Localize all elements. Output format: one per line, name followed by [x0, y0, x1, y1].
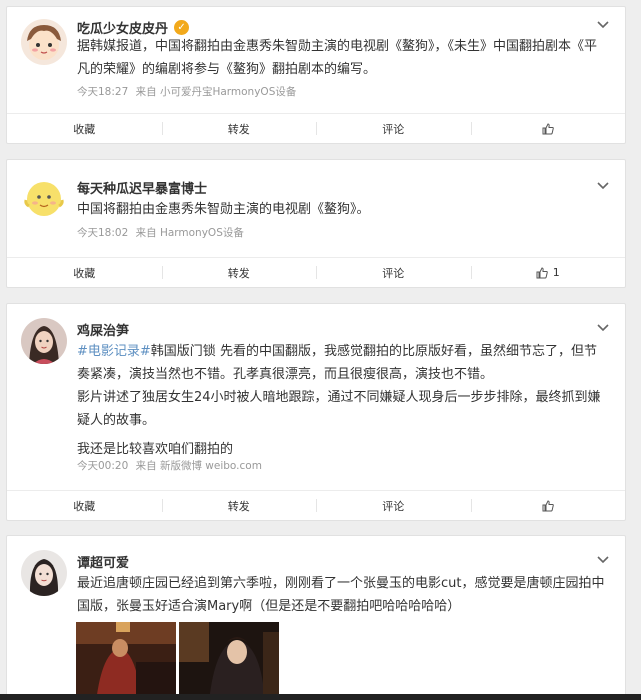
comment-label: 评论 [382, 499, 405, 513]
username[interactable]: 每天种瓜迟早暴富博士 [77, 178, 207, 197]
post-meta: 今天00:20 来自 新版微博 weibo.com [77, 458, 266, 473]
username[interactable]: 鸡屎治笋 [77, 320, 129, 339]
action-bar: 收藏 转发 评论 1 [7, 257, 625, 287]
post-card: 鸡屎治笋 #电影记录#韩国版门锁 先看的中国翻版，我感觉翻拍的比原版好看，虽然细… [6, 303, 626, 521]
post-source[interactable]: 来自 新版微博 weibo.com [136, 460, 262, 472]
post-card: 每天种瓜迟早暴富博士 中国将翻拍由金惠秀朱智勋主演的电视剧《鳌狗》。 今天18:… [6, 159, 626, 288]
chevron-down-icon[interactable] [595, 180, 611, 192]
post-paragraph: 影片讲述了独居女生24小时被人暗地跟踪，通过不同嫌疑人现身后一步步排除，最终抓到… [77, 390, 601, 428]
post-meta: 今天18:27 来自 小可爱丹宝HarmonyOS设备 [77, 84, 300, 99]
comment-button[interactable]: 评论 [316, 491, 471, 520]
mention-text: 韩国版门锁 [150, 344, 216, 359]
repost-label: 转发 [227, 122, 250, 136]
post-meta: 今天18:02 来自 HarmonyOS设备 [77, 225, 248, 240]
repost-label: 转发 [227, 499, 250, 513]
collect-label: 收藏 [73, 122, 96, 136]
post-source[interactable]: 来自 小可爱丹宝HarmonyOS设备 [136, 86, 297, 98]
like-button[interactable] [470, 491, 626, 520]
action-bar: 收藏 转发 评论 [7, 113, 625, 143]
post-text: 据韩媒报道，中国将翻拍由金惠秀朱智勋主演的电视剧《鳌狗》，《未生》中国翻拍剧本《… [77, 35, 609, 81]
chevron-down-icon[interactable] [595, 322, 611, 334]
post-text: 最近追唐顿庄园已经追到第六季啦，刚刚看了一个张曼玉的电影cut，感觉要是唐顿庄园… [77, 572, 609, 618]
post-card: 吃瓜少女皮皮丹 ✓ 据韩媒报道，中国将翻拍由金惠秀朱智勋主演的电视剧《鳌狗》，《… [6, 6, 626, 144]
username-text[interactable]: 每天种瓜迟早暴富博士 [77, 178, 207, 197]
post-paragraph: 据韩媒报道，中国将翻拍由金惠秀朱智勋主演的电视剧《鳌狗》，《未生》中国翻拍剧本《… [77, 39, 598, 77]
like-count: 1 [552, 266, 560, 279]
post-time[interactable]: 今天18:27 [77, 86, 128, 98]
username-text[interactable]: 鸡屎治笋 [77, 320, 129, 339]
collect-button[interactable]: 收藏 [7, 258, 162, 287]
post-paragraph: 最近追唐顿庄园已经追到第六季啦，刚刚看了一个张曼玉的电影cut，感觉要是唐顿庄园… [77, 576, 605, 614]
comment-button[interactable]: 评论 [316, 258, 471, 287]
thumbs-up-icon [542, 499, 554, 512]
like-button[interactable]: 1 [470, 258, 626, 287]
post-image[interactable] [76, 622, 176, 700]
like-button[interactable] [470, 114, 626, 143]
chevron-down-icon[interactable] [595, 554, 611, 566]
post-source[interactable]: 来自 HarmonyOS设备 [136, 227, 244, 239]
bottom-bar [0, 694, 641, 700]
thumbs-up-icon [536, 266, 548, 279]
post-text: 中国将翻拍由金惠秀朱智勋主演的电视剧《鳌狗》。 [77, 198, 609, 221]
comment-label: 评论 [382, 122, 405, 136]
username[interactable]: 谭超可爱 [77, 552, 129, 571]
action-bar: 收藏 转发 评论 [7, 490, 625, 520]
collect-button[interactable]: 收藏 [7, 114, 162, 143]
chevron-down-icon[interactable] [595, 19, 611, 31]
repost-button[interactable]: 转发 [161, 258, 317, 287]
collect-button[interactable]: 收藏 [7, 491, 162, 520]
post-paragraph: 中国将翻拍由金惠秀朱智勋主演的电视剧《鳌狗》。 [77, 202, 370, 217]
post-time[interactable]: 今天18:02 [77, 227, 128, 239]
post-card: 谭超可爱 最近追唐顿庄园已经追到第六季啦，刚刚看了一个张曼玉的电影cut，感觉要… [6, 535, 626, 700]
post-image[interactable] [179, 622, 279, 700]
thumbs-up-icon [542, 122, 554, 135]
repost-button[interactable]: 转发 [161, 491, 317, 520]
hashtag-link[interactable]: #电影记录# [77, 344, 151, 359]
avatar[interactable] [21, 318, 67, 364]
avatar[interactable] [21, 19, 67, 65]
post-text: #电影记录#韩国版门锁 先看的中国翻版，我感觉翻拍的比原版好看，虽然细节忘了，但… [77, 340, 609, 461]
comment-label: 评论 [382, 266, 405, 280]
repost-label: 转发 [227, 266, 250, 280]
username-text[interactable]: 谭超可爱 [77, 552, 129, 571]
avatar[interactable] [21, 550, 67, 596]
repost-button[interactable]: 转发 [161, 114, 317, 143]
collect-label: 收藏 [73, 499, 96, 513]
post-paragraph: #电影记录#韩国版门锁 先看的中国翻版，我感觉翻拍的比原版好看，虽然细节忘了，但… [77, 340, 609, 386]
verified-badge-icon: ✓ [174, 20, 190, 35]
avatar[interactable] [21, 176, 67, 222]
comment-button[interactable]: 评论 [316, 114, 471, 143]
collect-label: 收藏 [73, 266, 96, 280]
post-time[interactable]: 今天00:20 [77, 460, 128, 472]
